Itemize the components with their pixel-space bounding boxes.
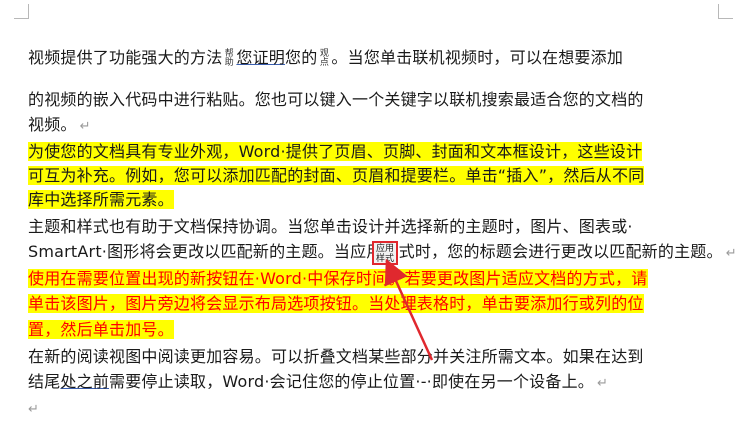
paragraph-4-line-3[interactable]: 置，然后单击加号。 (28, 318, 174, 342)
paragraph-4-line-2[interactable]: 单击该图片，图片旁边将会显示布局选项按钮。当处理表格时，单击要添加行或列的位 (28, 292, 644, 316)
text-run: 。当您单击联机视频时，可以在想要添加 (331, 48, 624, 67)
highlighted-text: 可互为补充。例如，您可以添加匹配的封面、页眉和提要栏。单击“插入”，然后从不同 (28, 166, 645, 185)
paragraph-4-line-1[interactable]: 使用在需要位置出现的新按钮在·Word·中保存时间。若要更改图片适应文档的方式，… (28, 267, 648, 291)
highlighted-red-text: 使用在需要位置出现的新按钮在·Word·中保存时间。若要更改图片适应文档的方式，… (28, 269, 648, 288)
margin-corner-mark (718, 4, 733, 19)
empty-paragraph[interactable]: ↵ (28, 396, 39, 422)
text-run: 您的 (285, 48, 318, 67)
vertical-text-观点: 观点 (319, 48, 330, 68)
paragraph-1-line-1[interactable]: 视频提供了功能强大的方法帮助您证明您的观点。当您单击联机视频时，可以在想要添加 (28, 46, 623, 70)
style-annotation-box: 应用 样式 (372, 241, 398, 265)
text-run: 视频提供了功能强大的方法 (28, 48, 223, 67)
paragraph-5-line-1[interactable]: 在新的阅读视图中阅读更加容易。可以折叠文档某些部分并关注所需文本。如果在达到 (28, 345, 644, 369)
underlined-text: 处之前 (60, 372, 110, 391)
paragraph-1-line-3[interactable]: 视频。 ↵ (28, 113, 91, 139)
annotation-label-line-2: 样式 (375, 254, 394, 264)
highlighted-text: 库中选择所需元素。 (28, 190, 174, 209)
margin-corner-mark (14, 4, 29, 19)
underlined-text: 您证明 (236, 48, 286, 67)
text-run: 结尾 (28, 372, 61, 391)
text-run: 视频。 (28, 115, 77, 134)
paragraph-mark: ↵ (28, 402, 40, 417)
text-run: 需要停止读取，Word·会记住您的停止位置·-·即使在另一个设备上。 (109, 372, 594, 391)
paragraph-mark: ↵ (725, 246, 737, 261)
paragraph-2-line-3[interactable]: 库中选择所需元素。 (28, 188, 174, 212)
paragraph-2-line-1[interactable]: 为使您的文档具有专业外观，Word·提供了页眉、页脚、封面和文本框设计，这些设计 (28, 140, 643, 164)
paragraph-mark: ↵ (596, 376, 609, 391)
highlighted-red-text: 单击该图片，图片旁边将会显示布局选项按钮。当处理表格时，单击要添加行或列的位 (28, 294, 644, 313)
paragraph-5-line-2[interactable]: 结尾处之前需要停止读取，Word·会记住您的停止位置·-·即使在另一个设备上。 ↵ (28, 370, 608, 396)
highlighted-red-text: 置，然后单击加号。 (28, 320, 174, 339)
highlighted-text: 为使您的文档具有专业外观，Word·提供了页眉、页脚、封面和文本框设计，这些设计 (28, 142, 643, 161)
paragraph-mark: ↵ (79, 119, 91, 134)
vertical-text-帮助: 帮助 (224, 48, 234, 68)
document-page: 视频提供了功能强大的方法帮助您证明您的观点。当您单击联机视频时，可以在想要添加 … (0, 0, 738, 435)
paragraph-1-line-2[interactable]: 的视频的嵌入代码中进行粘贴。您也可以键入一个关键字以联机搜索最适合您的文档的 (28, 88, 644, 112)
paragraph-2-line-2[interactable]: 可互为补充。例如，您可以添加匹配的封面、页眉和提要栏。单击“插入”，然后从不同 (28, 164, 645, 188)
annotation-label-line-1: 应用 (375, 244, 394, 254)
paragraph-3-line-1[interactable]: 主题和样式也有助于文档保持协调。当您单击设计并选择新的主题时，图片、图表或· (28, 215, 633, 239)
